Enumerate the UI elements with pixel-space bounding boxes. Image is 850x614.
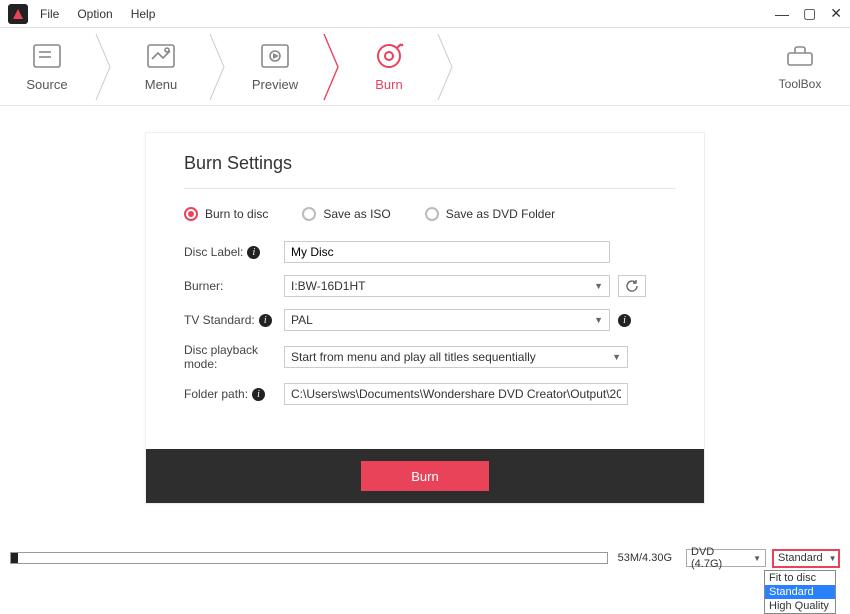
step-label: Preview [252, 77, 298, 92]
disc-type-value: DVD (4.7G) [691, 546, 747, 570]
info-icon[interactable]: i [259, 314, 272, 327]
step-burn[interactable]: Burn [342, 28, 436, 105]
menubar: File Option Help [40, 7, 155, 21]
menu-option[interactable]: Option [77, 7, 112, 21]
quality-select[interactable]: Standard ▼ [772, 549, 840, 568]
burner-label: Burner: [184, 279, 284, 293]
maximize-icon[interactable]: ▢ [803, 5, 816, 22]
burner-select[interactable]: I:BW-16D1HT ▼ [284, 275, 610, 297]
step-preview[interactable]: Preview [228, 28, 322, 105]
burn-icon [374, 41, 404, 71]
playback-value: Start from menu and play all titles sequ… [291, 350, 536, 364]
info-icon[interactable]: i [252, 388, 265, 401]
chevron-down-icon: ▼ [829, 554, 837, 563]
playback-mode-select[interactable]: Start from menu and play all titles sequ… [284, 346, 628, 368]
tv-standard-value: PAL [291, 313, 313, 327]
disc-type-select[interactable]: DVD (4.7G) ▼ [686, 549, 766, 567]
radio-dot [184, 207, 198, 221]
quality-option-fit[interactable]: Fit to disc [765, 571, 835, 585]
radio-label: Save as ISO [323, 207, 390, 221]
refresh-icon [625, 279, 639, 293]
radio-label: Save as DVD Folder [446, 207, 555, 221]
toolbox-button[interactable]: ToolBox [760, 42, 850, 91]
step-nav: Source Menu Preview [0, 28, 850, 106]
quality-option-high[interactable]: High Quality [765, 599, 835, 613]
burn-mode-radios: Burn to disc Save as ISO Save as DVD Fol… [184, 207, 676, 221]
radio-dot [302, 207, 316, 221]
minimize-icon[interactable]: — [775, 6, 789, 22]
window-controls: — ▢ ✕ [775, 5, 842, 22]
playback-label: Disc playback mode: [184, 343, 284, 371]
menu-icon [146, 41, 176, 71]
chevron-down-icon: ▼ [594, 281, 603, 291]
step-label: Burn [375, 77, 402, 92]
menu-file[interactable]: File [40, 7, 59, 21]
burner-value: I:BW-16D1HT [291, 279, 365, 293]
radio-burn-to-disc[interactable]: Burn to disc [184, 207, 268, 221]
radio-label: Burn to disc [205, 207, 268, 221]
chevron-down-icon: ▼ [594, 315, 603, 325]
disc-label-input[interactable] [284, 241, 610, 263]
settings-title: Burn Settings [184, 153, 676, 189]
step-label: Source [26, 77, 67, 92]
burn-button[interactable]: Burn [361, 461, 489, 491]
burn-settings-card: Burn Settings Burn to disc Save as ISO S… [145, 132, 705, 504]
bottom-bar: 53M/4.30G DVD (4.7G) ▼ Standard ▼ [10, 551, 840, 565]
folder-path-picker[interactable]: C:\Users\ws\Documents\Wondershare DVD Cr… [284, 383, 628, 405]
tv-standard-label: TV Standard: i [184, 313, 284, 327]
radio-save-dvd-folder[interactable]: Save as DVD Folder [425, 207, 555, 221]
info-icon[interactable]: i [247, 246, 260, 259]
source-icon [32, 41, 62, 71]
chevron-down-icon: ▼ [612, 352, 621, 362]
quality-value: Standard [778, 552, 823, 564]
info-icon[interactable]: i [618, 314, 631, 327]
step-source[interactable]: Source [0, 28, 94, 105]
chevron-down-icon: ▼ [753, 554, 761, 563]
burn-bar: Burn [146, 449, 704, 503]
radio-dot [425, 207, 439, 221]
folder-path-value: C:\Users\ws\Documents\Wondershare DVD Cr… [291, 387, 621, 401]
titlebar: File Option Help — ▢ ✕ [0, 0, 850, 28]
quality-option-standard[interactable]: Standard [765, 585, 835, 599]
quality-dropdown: Fit to disc Standard High Quality [764, 570, 836, 614]
radio-save-iso[interactable]: Save as ISO [302, 207, 390, 221]
disc-label-label: Disc Label: i [184, 245, 284, 259]
refresh-burner-button[interactable] [618, 275, 646, 297]
step-menu[interactable]: Menu [114, 28, 208, 105]
app-icon [8, 4, 28, 24]
toolbox-icon [785, 42, 815, 71]
preview-icon [260, 41, 290, 71]
disc-usage-text: 53M/4.30G [618, 552, 672, 564]
tv-standard-select[interactable]: PAL ▼ [284, 309, 610, 331]
menu-help[interactable]: Help [131, 7, 156, 21]
toolbox-label: ToolBox [779, 77, 822, 91]
close-icon[interactable]: ✕ [830, 5, 842, 22]
step-label: Menu [145, 77, 178, 92]
disc-usage-bar [10, 552, 608, 564]
folder-path-label: Folder path: i [184, 387, 284, 401]
disc-usage-fill [11, 553, 18, 563]
